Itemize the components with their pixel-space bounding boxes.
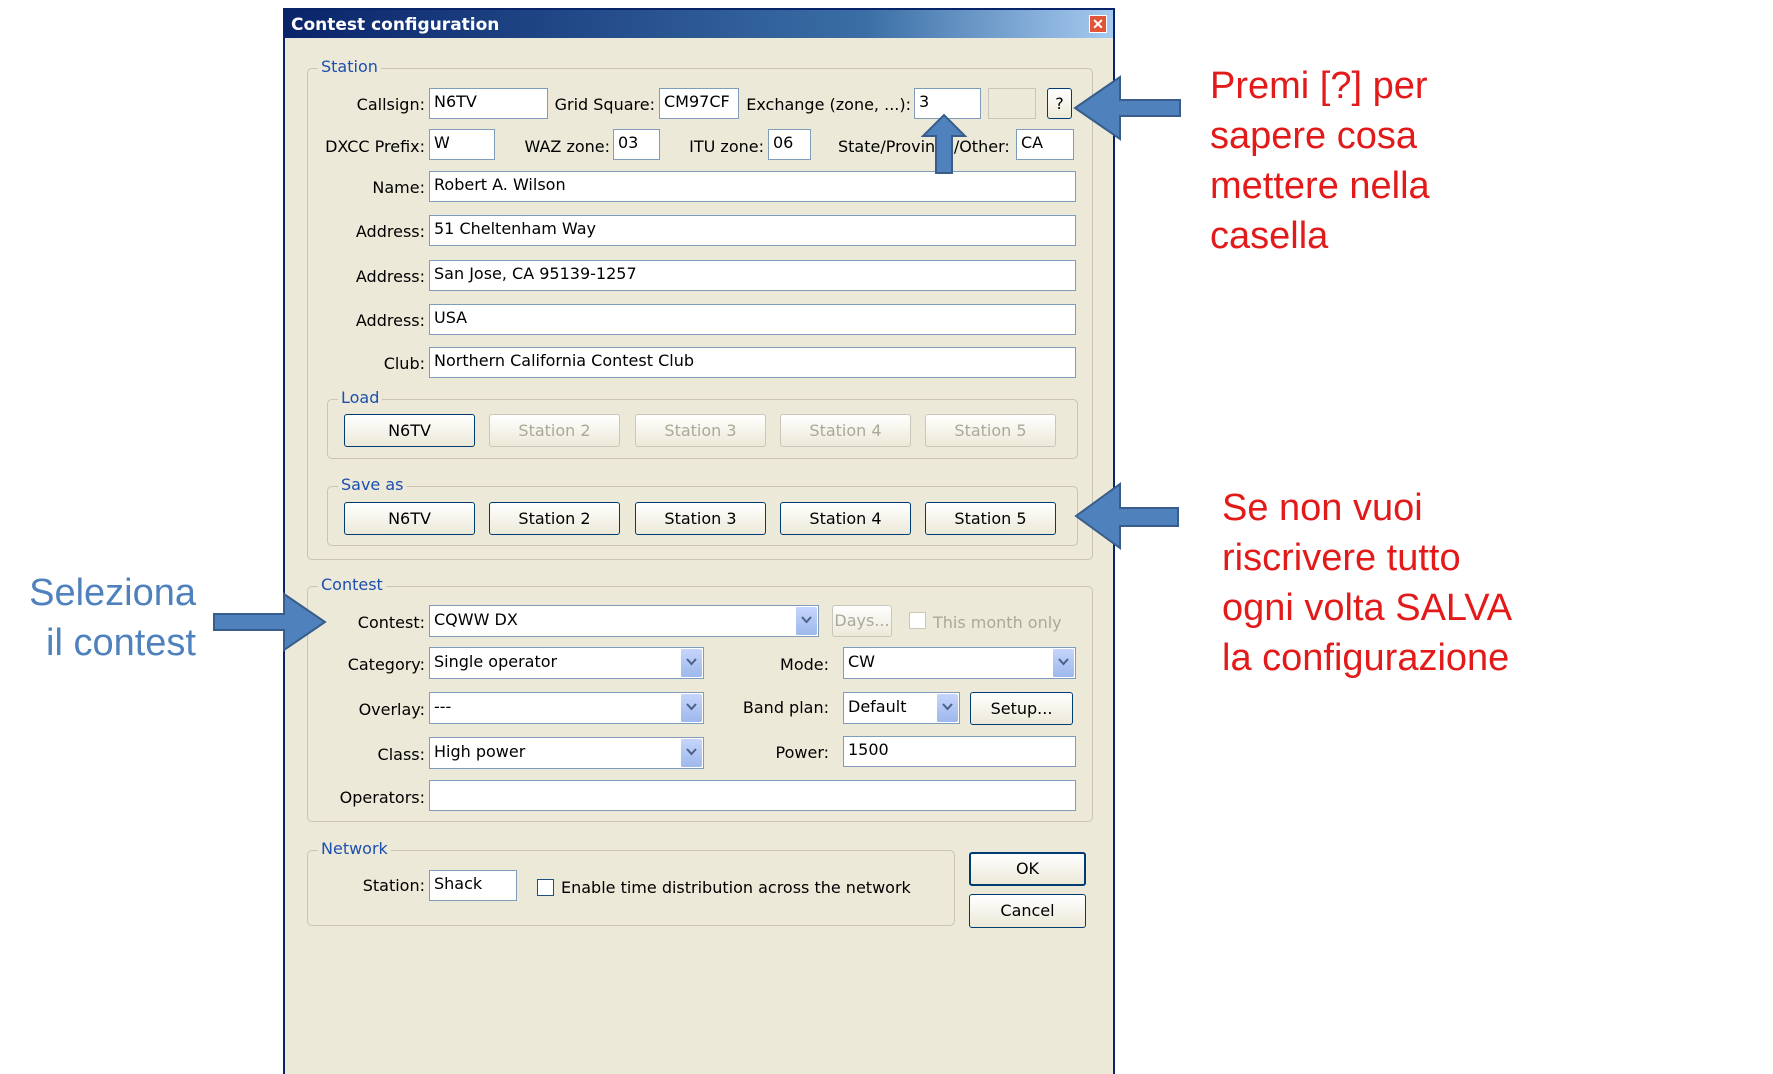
help-note-line: mettere nella (1210, 165, 1430, 207)
contest-note-line: il contest (46, 622, 196, 664)
help-note-line: sapere cosa (1210, 115, 1418, 157)
help-note-line: casella (1210, 215, 1329, 257)
contest-note-line: Seleziona (29, 572, 196, 614)
contest-note: Seleziona il contest (0, 568, 196, 668)
help-arrow (1073, 75, 1181, 141)
save-note-line: riscrivere tutto (1222, 537, 1461, 579)
contest-arrow (213, 592, 327, 652)
save-note: Se non vuoi riscrivere tutto ogni volta … (1222, 483, 1512, 683)
save-note-line: ogni volta SALVA (1222, 587, 1513, 629)
save-note-line: la configurazione (1222, 637, 1510, 679)
exchange-up-arrow (920, 113, 968, 174)
save-arrow (1074, 482, 1179, 550)
help-note-line: Premi [?] per (1210, 65, 1428, 107)
save-note-line: Se non vuoi (1222, 487, 1423, 529)
help-note: Premi [?] per sapere cosa mettere nella … (1210, 61, 1430, 261)
